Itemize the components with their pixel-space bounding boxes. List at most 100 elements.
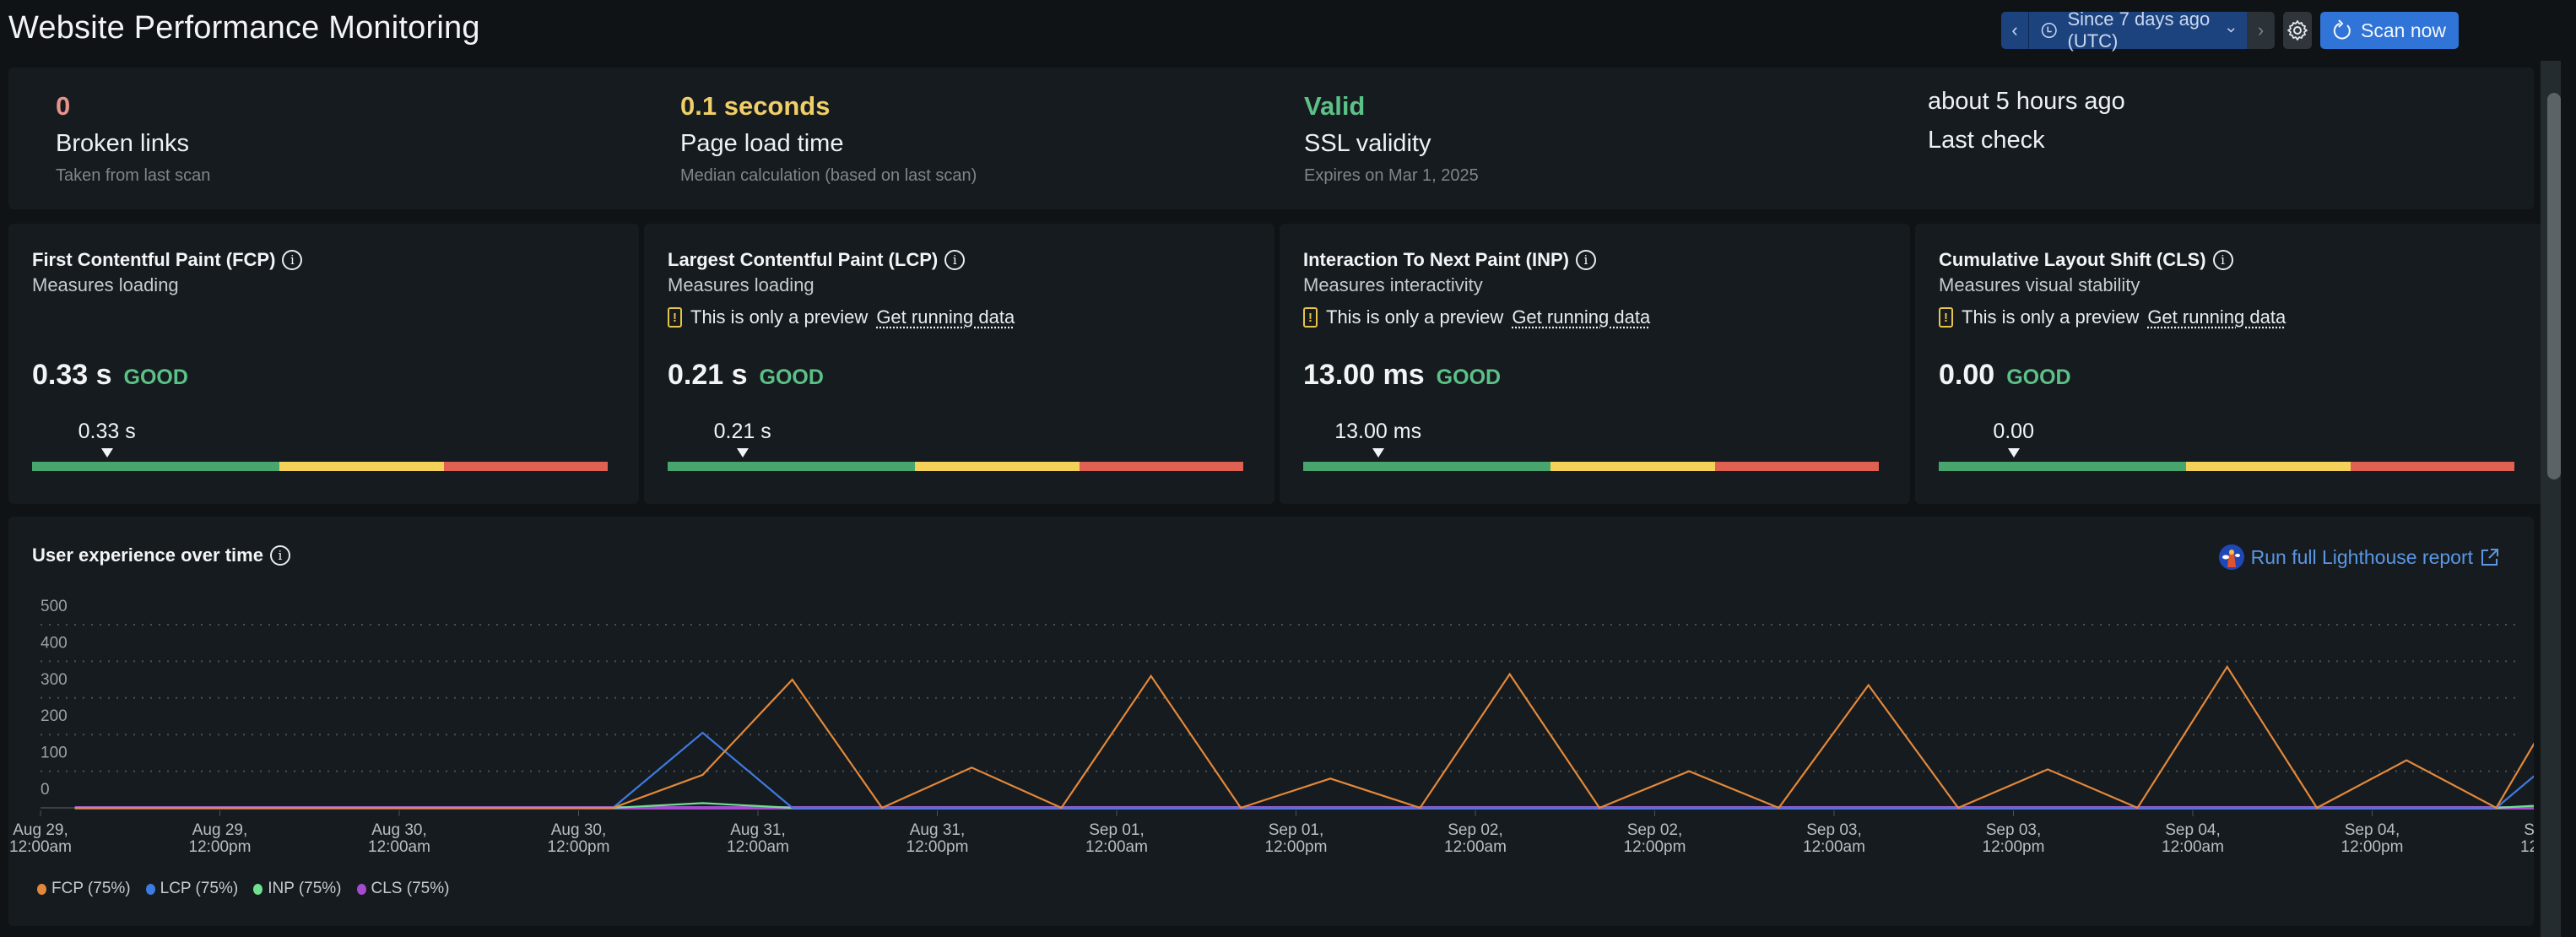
- summary-label: Page load time: [680, 130, 844, 157]
- settings-button[interactable]: [2283, 12, 2312, 49]
- x-tick-label: Aug 31, 12:00pm: [906, 821, 969, 856]
- metric-subtitle: Measures loading: [668, 274, 814, 295]
- gauge-segment-good: [668, 462, 916, 471]
- x-tick-label: Aug 31, 12:00am: [727, 821, 789, 856]
- chevron-down-icon: [2227, 28, 2235, 33]
- warning-icon: !: [1939, 307, 1953, 328]
- scrollbar-thumb[interactable]: [2547, 93, 2561, 479]
- legend-item-cls[interactable]: CLS (75%): [356, 880, 450, 898]
- gauge-bar: [668, 462, 1243, 471]
- gauge-segment-poor: [1715, 462, 1879, 471]
- gauge-marker-label: 13.00 ms: [1334, 420, 1422, 443]
- summary-value: about 5 hours ago: [1928, 88, 2125, 115]
- x-tick-label: Aug 30, 12:00am: [368, 821, 430, 856]
- summary-broken-links: 0 Broken links Taken from last scan: [56, 93, 210, 186]
- summary-subtext: Taken from last scan: [56, 166, 211, 185]
- legend-label: INP (75%): [268, 880, 342, 897]
- summary-label: SSL validity: [1304, 130, 1431, 157]
- metric-value-number: 0.21 s: [668, 359, 748, 391]
- warning-icon: !: [1303, 307, 1318, 328]
- chevron-right-icon: ›: [2257, 19, 2265, 41]
- chart-legend: FCP (75%) LCP (75%) INP (75%) CLS (75%): [37, 880, 449, 898]
- metric-title: Interaction To Next Paint (INP) i: [1303, 249, 1596, 271]
- info-icon[interactable]: i: [1575, 250, 1596, 270]
- metric-subtitle: Measures visual stability: [1939, 274, 2140, 295]
- gauge-segment-poor: [1080, 462, 1243, 471]
- gauge-marker-label: 0.33 s: [78, 420, 136, 443]
- summary-ssl-validity: Valid SSL validity Expires on Mar 1, 202…: [1304, 93, 1479, 186]
- previous-range-button[interactable]: ‹: [2001, 12, 2029, 49]
- gauge-marker-icon: [1372, 448, 1384, 458]
- metric-title: Largest Contentful Paint (LCP) i: [668, 249, 966, 271]
- metric-card-cls: Cumulative Layout Shift (CLS) i Measures…: [1915, 224, 2546, 504]
- x-tick-label: Aug 30, 12:00pm: [548, 821, 610, 856]
- info-icon[interactable]: i: [944, 250, 966, 270]
- metric-title-text: First Contentful Paint (FCP): [32, 249, 276, 270]
- legend-item-fcp[interactable]: FCP (75%): [37, 880, 131, 898]
- get-running-data-link[interactable]: Get running data: [876, 306, 1015, 328]
- metric-gauge: 13.00 ms: [1303, 420, 1879, 471]
- metric-rating: GOOD: [759, 366, 824, 389]
- top-bar: Website Performance Monitoring ‹ Since 7…: [0, 0, 2576, 61]
- metric-gauge: 0.21 s: [668, 420, 1243, 471]
- gauge-segment-needs-improvement: [279, 462, 445, 471]
- gear-icon: [2287, 20, 2308, 41]
- legend-dot-icon: [253, 883, 263, 895]
- time-range-picker: ‹ Since 7 days ago (UTC) ›: [2001, 8, 2275, 51]
- metric-value: 13.00 ms GOOD: [1303, 359, 1501, 392]
- metric-value: 0.33 s GOOD: [32, 359, 188, 392]
- legend-dot-icon: [37, 883, 46, 895]
- gauge-segment-good: [32, 462, 280, 471]
- scan-now-label: Scan now: [2361, 19, 2447, 41]
- get-running-data-link[interactable]: Get running data: [1512, 306, 1650, 328]
- chevron-left-icon: ‹: [2011, 19, 2018, 41]
- metric-rating: GOOD: [2006, 366, 2071, 389]
- legend-label: LCP (75%): [160, 880, 239, 897]
- metric-gauge: 0.33 s: [32, 420, 608, 471]
- preview-notice: ! This is only a preview Get running dat…: [1303, 306, 1650, 328]
- series-line-lcp: [74, 731, 2534, 810]
- legend-dot-icon: [145, 883, 155, 895]
- metric-value-number: 0.33 s: [32, 359, 112, 391]
- x-tick-label: Sep 03, 12:00pm: [1983, 821, 2045, 856]
- x-tick-label: Aug 29, 12:00pm: [189, 821, 252, 856]
- scan-now-button[interactable]: Scan now: [2320, 12, 2459, 49]
- y-tick-label: 300: [41, 671, 68, 689]
- legend-item-inp[interactable]: INP (75%): [253, 880, 342, 898]
- x-tick-label: Sep 05,12:00am: [2520, 821, 2534, 856]
- clock-icon: [2041, 23, 2057, 38]
- gauge-marker-label: 0.00: [1993, 420, 2034, 443]
- time-range-dropdown[interactable]: Since 7 days ago (UTC): [2029, 8, 2247, 51]
- summary-value: 0: [56, 91, 71, 121]
- line-chart: 0 100 200 300 400 500 Aug 29, 12:00am Aug 29, 12:…: [9, 598, 2534, 856]
- info-icon[interactable]: i: [2212, 250, 2233, 270]
- get-running-data-link[interactable]: Get running data: [2147, 306, 2286, 328]
- summary-last-check: about 5 hours ago Last check: [1928, 89, 2125, 154]
- metric-title: Cumulative Layout Shift (CLS) i: [1939, 249, 2233, 271]
- info-icon[interactable]: i: [282, 250, 303, 270]
- page-title: Website Performance Monitoring: [8, 10, 480, 46]
- page-scrollbar[interactable]: [2541, 61, 2561, 937]
- metric-card-inp: Interaction To Next Paint (INP) i Measur…: [1280, 224, 1910, 504]
- gauge-segment-good: [1939, 462, 2187, 471]
- y-tick-label: 400: [41, 634, 68, 652]
- metric-title-text: Largest Contentful Paint (LCP): [668, 249, 939, 270]
- x-tick-label: Sep 01, 12:00am: [1085, 821, 1148, 856]
- gauge-segment-needs-improvement: [1550, 462, 1716, 471]
- next-range-button[interactable]: ›: [2247, 12, 2275, 49]
- summary-subtext: Expires on Mar 1, 2025: [1304, 166, 1479, 185]
- gauge-marker-label: 0.21 s: [713, 420, 771, 443]
- metric-rating: GOOD: [123, 366, 188, 389]
- summary-subtext: Median calculation (based on last scan): [680, 166, 977, 185]
- preview-notice: ! This is only a preview Get running dat…: [668, 306, 1015, 328]
- metric-rating: GOOD: [1436, 366, 1502, 389]
- preview-text: This is only a preview: [1962, 306, 2140, 328]
- x-tick-label: Sep 02, 12:00am: [1444, 821, 1507, 856]
- metric-title: First Contentful Paint (FCP) i: [32, 249, 303, 271]
- preview-text: This is only a preview: [690, 306, 869, 328]
- gauge-segment-poor: [444, 462, 608, 471]
- legend-item-lcp[interactable]: LCP (75%): [145, 880, 239, 898]
- y-tick-label: 500: [41, 598, 68, 615]
- legend-label: CLS (75%): [371, 880, 450, 897]
- summary-value: Valid: [1304, 91, 1366, 121]
